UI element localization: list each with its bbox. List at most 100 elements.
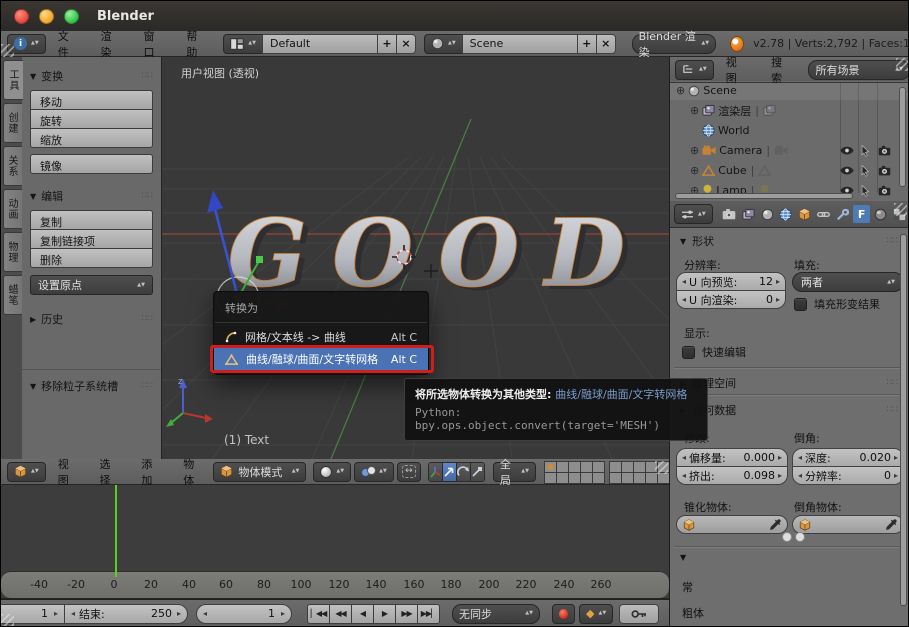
bevel-object-field[interactable] (792, 515, 904, 534)
layers-grid-1[interactable] (544, 460, 605, 484)
scene-selector[interactable]: ▲▼ (423, 33, 463, 54)
expand-icon[interactable]: ⊕ (690, 144, 699, 157)
visibility-eye-icon[interactable] (840, 146, 854, 155)
panel-font-collapsed[interactable]: ▼ (680, 553, 898, 562)
sync-mode-dropdown[interactable]: 无同步 ▲▼ (452, 603, 540, 624)
panel-grip-icon[interactable]: ∷∷ (887, 236, 898, 246)
taper-object-field[interactable] (676, 515, 788, 534)
set-origin-dropdown[interactable]: 设置原点 ▲▼ (30, 275, 153, 295)
visibility-eye-icon[interactable] (840, 166, 854, 175)
expand-icon[interactable]: ⊕ (676, 84, 685, 97)
outliner-filter-dropdown[interactable]: 所有场景 ▲▼ (808, 59, 908, 80)
renderability-camera-icon[interactable] (878, 165, 891, 176)
close-window-button[interactable] (14, 8, 29, 24)
delete-button[interactable]: 删除 (30, 248, 153, 268)
menu-view[interactable]: 视图 (46, 456, 88, 488)
proportional-edit-button[interactable]: ↔ (396, 461, 421, 482)
close-layout-button[interactable]: × (395, 33, 416, 54)
jump-to-start-icon[interactable]: ▏◀◀ (307, 603, 330, 624)
renderability-camera-icon[interactable] (878, 185, 891, 196)
timeline-body[interactable]: -40 -20 0 20 40 60 80 100 120 140 160 18… (1, 485, 669, 599)
bevel-resolution-stepper[interactable]: ◂ 分辨率: 0 ▸ (792, 466, 904, 485)
mirror-button[interactable]: 镜像 (30, 154, 153, 174)
play-reverse-icon[interactable]: ◀ (351, 603, 374, 624)
menu-help[interactable]: 帮助 (174, 28, 217, 60)
play-icon[interactable]: ▶ (373, 603, 396, 624)
move-button[interactable]: 移动 (30, 90, 153, 110)
properties-vscrollbar[interactable] (900, 234, 907, 606)
timeline-ruler[interactable]: -40 -20 0 20 40 60 80 100 120 140 160 18… (1, 571, 669, 598)
previous-keyframe-icon[interactable]: ◀◀ (329, 603, 352, 624)
panel-grip-icon[interactable]: ∷∷ (142, 191, 153, 201)
preview-u-stepper[interactable]: ◂ U 向预览: 12 ▸ (676, 272, 786, 291)
mode-dropdown[interactable]: 物体模式 ▲▼ (213, 461, 307, 482)
tab-tools[interactable]: 工具 (3, 60, 23, 100)
manipulator-axes-icon[interactable] (427, 461, 443, 482)
depth-stepper[interactable]: ◂ 深度: 0.020 ▸ (792, 448, 904, 467)
menu-item-mesh-to-curve[interactable]: 网格/文本线 -> 曲线 Alt C (214, 326, 428, 348)
panel-shape[interactable]: ▼ 形状 ∷∷ (680, 233, 898, 249)
add-scene-button[interactable]: + (576, 33, 597, 54)
outliner-row-render-layers[interactable]: ⊕ 渲染层 | (670, 101, 909, 120)
menu-add[interactable]: 添加 (129, 456, 171, 488)
corner-grip-icon[interactable] (1, 614, 14, 626)
fill-mode-dropdown[interactable]: 两者 ▲▼ (792, 272, 904, 292)
duplicate-linked-button[interactable]: 复制链接项 (30, 229, 153, 249)
menu-object[interactable]: 物体 (171, 456, 213, 488)
panel-grip-icon[interactable]: ∷∷ (887, 405, 898, 415)
corner-grip-icon[interactable] (1, 44, 14, 57)
render-u-stepper[interactable]: ◂ U 向渲染: 0 ▸ (676, 290, 786, 309)
next-keyframe-icon[interactable]: ▶▶ (395, 603, 418, 624)
section-remove-particle-slot[interactable]: ▼ 移除粒子系统槽 ∷∷ (30, 378, 153, 394)
maximize-window-button[interactable] (64, 8, 79, 24)
rotate-button[interactable]: 旋转 (30, 109, 153, 129)
outliner-vscrollbar[interactable] (899, 87, 906, 187)
checkbox-icon[interactable] (682, 345, 695, 359)
tab-object-icon[interactable] (796, 205, 813, 223)
selectability-cursor-icon[interactable] (861, 165, 870, 177)
menu-render[interactable]: 渲染 (89, 28, 132, 60)
tab-data-icon[interactable]: F (853, 205, 871, 223)
manipulator-rotate-icon[interactable] (455, 461, 471, 482)
fill-deformed-checkbox[interactable]: 填充形变结果 (794, 296, 880, 312)
minimize-window-button[interactable] (39, 8, 54, 24)
autokey-mode-dropdown[interactable]: ◆ ▲▼ (579, 603, 614, 624)
viewport-shading-dropdown[interactable]: ▲▼ (313, 461, 352, 482)
fast-edit-checkbox[interactable]: 快速编辑 (682, 344, 746, 360)
duplicate-button[interactable]: 复制 (30, 210, 153, 230)
editor-type-button[interactable]: ▲▼ (674, 204, 713, 224)
manipulator-scale-icon[interactable] (469, 461, 485, 482)
record-button[interactable] (552, 603, 575, 624)
render-engine-dropdown[interactable]: Blender 渲染 ▲▼ (631, 30, 717, 59)
renderability-camera-icon[interactable] (878, 145, 891, 156)
pivot-center-dropdown[interactable]: ▲▼ (354, 461, 394, 482)
menu-select[interactable]: 选择 (88, 456, 130, 488)
tab-world-icon[interactable] (777, 205, 794, 223)
tab-material-icon[interactable] (872, 205, 889, 223)
outliner-row-world[interactable]: World (670, 121, 908, 140)
selectability-cursor-icon[interactable] (861, 145, 870, 157)
extrude-stepper[interactable]: ◂ 挤出: 0.098 ▸ (676, 466, 788, 485)
outliner-row-cube[interactable]: ⊕ Cube | (670, 161, 909, 180)
gizmo-y-handle-icon[interactable] (256, 256, 263, 263)
tab-render-layers-icon[interactable] (740, 205, 757, 223)
keying-set-button[interactable] (619, 603, 660, 624)
editor-type-button[interactable]: ▲▼ (675, 59, 714, 80)
close-scene-button[interactable]: × (595, 33, 616, 54)
tab-relations[interactable]: 关系 (3, 146, 22, 186)
outliner-row-camera[interactable]: ⊕ Camera | (670, 141, 909, 160)
corner-grip-icon[interactable] (896, 58, 908, 71)
panel-grip-icon[interactable]: ∷∷ (142, 381, 153, 391)
panel-grip-icon[interactable]: ∷∷ (142, 314, 153, 324)
outliner-hscrollbar[interactable] (675, 193, 853, 199)
screen-layout-field[interactable]: Default (261, 33, 378, 54)
frame-end-field[interactable]: ◂ 结束: 250 ▸ (64, 603, 188, 624)
tab-physics[interactable]: 物理 (3, 232, 22, 272)
tab-render-icon[interactable] (721, 205, 738, 223)
expand-icon[interactable]: ⊕ (690, 164, 699, 177)
menu-file[interactable]: 文件 (46, 28, 89, 60)
section-edit[interactable]: ▼ 编辑 ∷∷ (30, 188, 153, 204)
transform-orientation-dropdown[interactable]: 全局 ▲▼ (492, 458, 536, 487)
tab-create[interactable]: 创建 (3, 103, 22, 143)
offset-stepper[interactable]: ◂ 偏移量: 0.000 ▸ (676, 448, 788, 467)
